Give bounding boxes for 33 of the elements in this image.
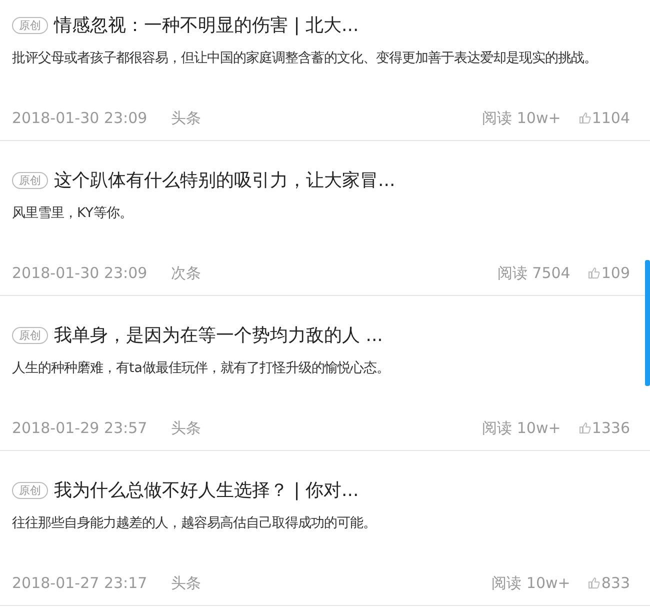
- publish-date: 2018-01-30 23:09: [12, 109, 148, 127]
- like-count: 833: [601, 574, 630, 592]
- article-position: 头条: [171, 418, 202, 438]
- read-count: 阅读 10w+: [482, 418, 561, 438]
- article-title[interactable]: 我为什么总做不好人生选择？ | 你对...: [54, 478, 359, 502]
- scrollbar-thumb[interactable]: [645, 260, 650, 386]
- like-count: 1336: [592, 419, 630, 437]
- like-count: 1104: [592, 109, 630, 127]
- article-summary: 人生的种种磨难，有ta做最佳玩伴，就有了打怪升级的愉悦心态。: [12, 360, 390, 378]
- thumbs-up-icon: [588, 577, 600, 589]
- thumbs-up-icon: [588, 267, 600, 279]
- read-count: 阅读 10w+: [492, 574, 570, 592]
- publish-date: 2018-01-27 23:17: [12, 574, 148, 592]
- thumbs-up-icon: [578, 112, 591, 124]
- publish-date: 2018-01-30 23:09: [12, 264, 148, 282]
- read-count: 阅读 7504: [497, 264, 570, 282]
- original-badge: 原创: [12, 482, 48, 498]
- thumbs-up-icon: [578, 422, 591, 434]
- publish-date: 2018-01-29 23:57: [12, 419, 148, 437]
- article-title[interactable]: 我单身，是因为在等一个势均力敌的人 ...: [54, 323, 383, 347]
- article-title[interactable]: 这个趴体有什么特别的吸引力，让大家冒...: [54, 168, 396, 192]
- like-count: 109: [601, 264, 630, 282]
- read-count: 阅读 10w+: [482, 108, 561, 128]
- article-position: 头条: [171, 574, 202, 592]
- article-position: 头条: [171, 108, 202, 128]
- original-badge: 原创: [12, 172, 48, 188]
- article-summary: 风里雪里，KY等你。: [12, 205, 134, 223]
- article-position: 次条: [171, 264, 202, 282]
- article-summary: 往往那些自身能力越差的人，越容易高估自己取得成功的可能。: [12, 514, 377, 533]
- original-badge: 原创: [12, 326, 48, 344]
- article-summary: 批评父母或者孩子都很容易，但让中国的家庭调整含蓄的文化、变得更加善于表达爱却是现实的挑战。: [12, 50, 598, 68]
- original-badge: 原创: [12, 16, 48, 34]
- article-title[interactable]: 情感忽视：一种不明显的伤害 | 北大...: [54, 13, 359, 37]
